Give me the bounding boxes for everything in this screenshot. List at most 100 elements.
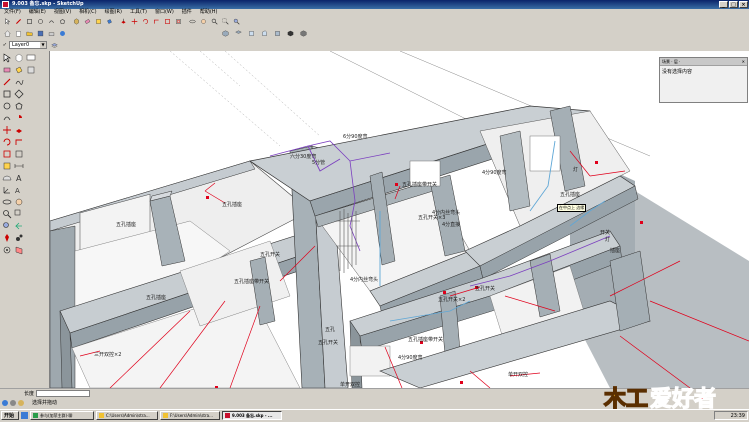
taskbar-item[interactable]: C:\Users\Admin\stra... (96, 411, 158, 420)
scale-tool-icon[interactable] (2, 149, 12, 159)
scale-icon[interactable] (163, 17, 172, 26)
3d-text-tool-icon[interactable]: A (14, 185, 24, 195)
right-view-icon[interactable] (260, 29, 269, 38)
layer-dropdown[interactable]: Layer0 ▼ (9, 41, 47, 49)
select-tool-icon[interactable] (3, 17, 12, 26)
pan-tool-icon[interactable] (14, 197, 24, 207)
rectangle-icon[interactable] (25, 17, 34, 26)
move-tool-icon[interactable] (2, 125, 12, 135)
polygon-icon[interactable] (58, 17, 67, 26)
tape-measure-tool-icon[interactable] (2, 161, 12, 171)
orbit-tool-icon[interactable] (2, 197, 12, 207)
paint-tool-icon[interactable] (14, 65, 24, 75)
comment-icon[interactable] (26, 53, 36, 63)
look-around-tool-icon[interactable] (2, 245, 12, 255)
measurements-input[interactable] (36, 390, 90, 397)
panel-close-icon[interactable]: ✕ (742, 58, 745, 65)
protractor-tool-icon[interactable] (2, 173, 12, 183)
pencil-icon[interactable] (14, 17, 23, 26)
taskbar-item[interactable]: F:\Users\Admin\stra... (160, 411, 220, 420)
circle-icon[interactable] (36, 17, 45, 26)
iso-view-icon[interactable] (221, 29, 230, 38)
front-view-icon[interactable] (247, 29, 256, 38)
tape-tool-icon[interactable] (26, 65, 36, 75)
zoom-extents-tool-icon[interactable] (2, 221, 12, 231)
eraser-icon[interactable] (83, 17, 92, 26)
textured-style-icon[interactable] (299, 29, 308, 38)
select-arrow-icon[interactable] (2, 53, 12, 63)
maximize-button[interactable]: □ (729, 1, 738, 8)
top-view-icon[interactable] (234, 29, 243, 38)
help-icon[interactable] (18, 400, 24, 406)
menu-edit[interactable]: 编辑(E) (25, 9, 50, 16)
make-component-icon[interactable] (72, 17, 81, 26)
push-pull-icon[interactable] (119, 17, 128, 26)
shaded-style-icon[interactable] (286, 29, 295, 38)
menu-camera[interactable]: 相机(C) (75, 9, 100, 16)
model-label: 五孔开关 (475, 286, 496, 292)
save-icon[interactable] (36, 29, 45, 38)
push-pull-tool-icon[interactable] (14, 125, 24, 135)
taskbar-item[interactable]: 参与(加菲主群)·聊 (30, 411, 94, 420)
panel-header[interactable]: 场景 · 层 · ✕ (660, 58, 747, 66)
menu-plugins[interactable]: 插件 (178, 9, 196, 16)
show-desktop-icon[interactable] (21, 412, 28, 419)
rotate-tool-icon[interactable] (2, 137, 12, 147)
paste-icon[interactable] (14, 29, 23, 38)
paint-bucket-icon[interactable] (105, 17, 114, 26)
print-icon[interactable] (47, 29, 56, 38)
menu-window[interactable]: 窗口(W) (151, 9, 178, 16)
back-view-icon[interactable] (273, 29, 282, 38)
follow-me-tool-icon[interactable] (14, 137, 24, 147)
model-label: 5分管 (312, 160, 326, 166)
polygon-tool-icon[interactable] (14, 101, 24, 111)
credits-icon[interactable] (10, 400, 16, 406)
taskbar-item-active[interactable]: 9.003 备忘.skp - ... (222, 411, 282, 420)
menu-view[interactable]: 视图(V) (50, 9, 75, 16)
follow-me-icon[interactable] (152, 17, 161, 26)
tape-measure-icon[interactable] (94, 17, 103, 26)
offset-icon[interactable] (174, 17, 183, 26)
close-button[interactable]: × (739, 1, 748, 8)
previous-view-tool-icon[interactable] (14, 221, 24, 231)
offset-tool-icon[interactable] (14, 149, 24, 159)
position-camera-tool-icon[interactable] (2, 233, 12, 243)
circle-tool-icon[interactable] (2, 101, 12, 111)
zoom-extents-icon[interactable] (232, 17, 241, 26)
menu-file[interactable]: 文件(F) (0, 9, 25, 16)
dimension-tool-icon[interactable] (14, 161, 24, 171)
rectangle-tool-icon[interactable] (2, 89, 12, 99)
minimize-button[interactable]: _ (719, 1, 728, 8)
arc-tool-icon[interactable] (2, 113, 12, 123)
start-button[interactable]: 开始 (1, 411, 19, 420)
line-tool-icon[interactable] (2, 77, 12, 87)
pan-icon[interactable] (199, 17, 208, 26)
model-info-icon[interactable] (58, 29, 67, 38)
rotate-icon[interactable] (141, 17, 150, 26)
open-folder-icon[interactable] (25, 29, 34, 38)
layer-manager-icon[interactable] (50, 41, 59, 50)
axes-tool-icon[interactable] (2, 185, 12, 195)
freehand-tool-icon[interactable] (14, 77, 24, 87)
geo-location-icon[interactable] (2, 400, 8, 406)
zoom-tool-icon[interactable] (2, 209, 12, 219)
section-plane-tool-icon[interactable] (14, 245, 24, 255)
pie-tool-icon[interactable] (14, 113, 24, 123)
make-component-tool-icon[interactable] (14, 53, 24, 63)
rotated-rect-tool-icon[interactable] (14, 89, 24, 99)
zoom-icon[interactable] (210, 17, 219, 26)
model-viewport[interactable]: 五孔插座 五孔插座 五孔插座 五孔插座带开关 五孔插座带开关 五孔插座带开关 五… (50, 51, 749, 388)
zoom-window-tool-icon[interactable] (14, 209, 24, 219)
text-tool-icon[interactable]: A (14, 173, 24, 183)
menu-draw[interactable]: 绘图(R) (101, 9, 126, 16)
measurements-label: 长度 (24, 391, 35, 397)
move-icon[interactable] (130, 17, 139, 26)
arc-icon[interactable] (47, 17, 56, 26)
eraser-tool-icon[interactable] (2, 65, 12, 75)
house-icon[interactable] (3, 29, 12, 38)
zoom-window-icon[interactable] (221, 17, 230, 26)
menu-tools[interactable]: 工具(T) (126, 9, 151, 16)
walk-tool-icon[interactable] (14, 233, 24, 243)
menu-help[interactable]: 帮助(H) (196, 9, 222, 16)
orbit-icon[interactable] (188, 17, 197, 26)
